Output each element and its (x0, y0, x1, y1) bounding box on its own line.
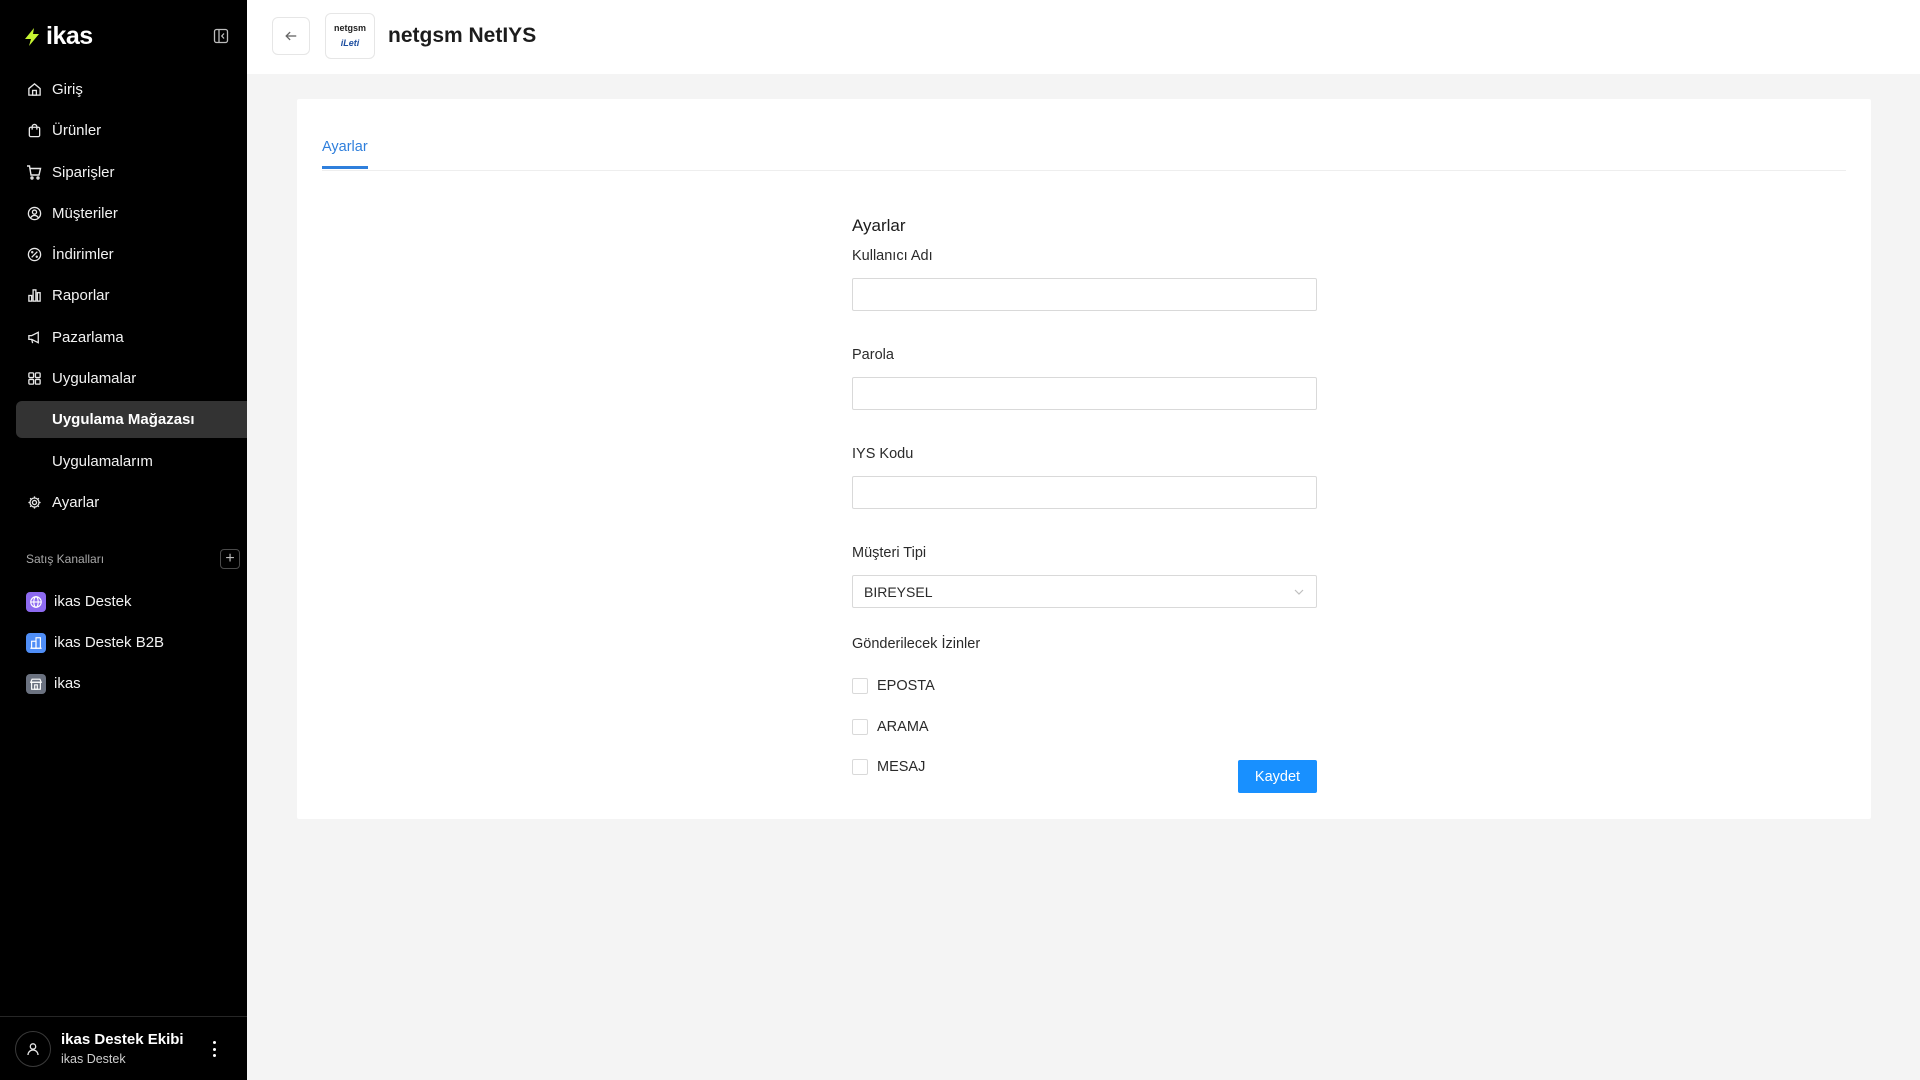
sidebar-item-uygulamalar[interactable]: Uygulamalar (16, 360, 247, 397)
password-input[interactable] (853, 378, 1316, 409)
iys-code-label: IYS Kodu (852, 446, 914, 462)
store-icon (26, 673, 46, 694)
sidebar: ikas Giriş Ürünler Siparişler Müşteriler… (0, 0, 247, 1080)
discount-icon (26, 247, 42, 263)
sidebar-item-uygulamalarim[interactable]: Uygulamalarım (16, 443, 247, 480)
customer-type-value: BIREYSEL (864, 583, 933, 600)
bolt-icon (25, 27, 39, 46)
password-field-wrapper (852, 377, 1317, 410)
user-profile[interactable]: ikas Destek Ekibi ikas Destek (0, 1016, 247, 1080)
more-vertical-icon[interactable] (209, 1041, 219, 1057)
sidebar-item-label: Raporlar (52, 287, 110, 305)
sidebar-item-label: Giriş (52, 81, 83, 98)
sidebar-item-label: İndirimler (52, 246, 114, 264)
add-channel-button[interactable]: + (220, 549, 240, 569)
bag-icon (26, 123, 42, 139)
user-circle-icon (26, 205, 42, 221)
channel-label: ikas Destek (54, 593, 132, 610)
sidebar-item-label: Ürünler (52, 122, 102, 140)
permissions-label: Gönderilecek İzinler (852, 636, 981, 652)
sales-channels-title: Satış Kanalları (26, 552, 105, 566)
checkbox[interactable] (852, 759, 868, 775)
iys-code-field-wrapper (852, 476, 1317, 509)
settings-card: Ayarlar Ayarlar Kullanıcı Adı Parola IYS… (297, 99, 1871, 819)
username-field-wrapper (852, 278, 1317, 311)
sidebar-item-label: Siparişler (52, 163, 115, 181)
sidebar-item-label: Uygulamalarım (52, 452, 153, 470)
sidebar-item-ayarlar[interactable]: Ayarlar (16, 484, 247, 521)
sidebar-item-urunler[interactable]: Ürünler (16, 112, 247, 149)
apps-grid-icon (26, 371, 42, 387)
sales-channels-header: Satış Kanalları + (26, 549, 240, 569)
username-input[interactable] (853, 279, 1316, 310)
sidebar-item-indirimler[interactable]: İndirimler (16, 236, 247, 273)
app-logo: netgsm iLeti (325, 13, 375, 59)
sidebar-item-raporlar[interactable]: Raporlar (16, 277, 247, 314)
channel-ikas-destek[interactable]: ikas Destek (26, 581, 240, 622)
checkbox-label: EPOSTA (877, 678, 935, 694)
tab-ayarlar[interactable]: Ayarlar (322, 139, 368, 169)
chevron-down-icon (1294, 589, 1304, 595)
settings-form: Ayarlar Kullanıcı Adı Parola IYS Kodu Mü… (852, 216, 1317, 798)
page-title: netgsm NetIYS (388, 24, 537, 47)
user-name: ikas Destek Ekibi (61, 1031, 184, 1048)
app-logo-tag: iLeti (340, 38, 360, 48)
gear-icon (26, 494, 42, 510)
arrow-left-icon (285, 31, 297, 41)
sidebar-item-siparisler[interactable]: Siparişler (16, 154, 247, 191)
username-label: Kullanıcı Adı (852, 248, 933, 264)
avatar (15, 1030, 51, 1067)
form-title: Ayarlar (852, 216, 906, 235)
password-label: Parola (852, 347, 894, 363)
channel-ikas-destek-b2b[interactable]: ikas Destek B2B (26, 622, 240, 663)
customer-type-select[interactable]: BIREYSEL (852, 575, 1317, 608)
megaphone-icon (26, 329, 42, 345)
permission-arama[interactable]: ARAMA (852, 717, 1317, 737)
iys-code-input[interactable] (853, 477, 1316, 508)
sidebar-item-label: Pazarlama (52, 328, 124, 346)
cart-icon (26, 164, 42, 180)
home-icon (26, 82, 42, 98)
checkbox-label: MESAJ (877, 759, 926, 775)
sidebar-item-musteriler[interactable]: Müşteriler (16, 195, 247, 232)
brand-logo[interactable]: ikas (22, 22, 93, 51)
permission-eposta[interactable]: EPOSTA (852, 676, 1317, 696)
collapse-sidebar-icon[interactable] (212, 27, 230, 45)
sidebar-item-label: Ayarlar (52, 493, 100, 511)
user-store: ikas Destek (61, 1052, 126, 1066)
sidebar-item-label: Müşteriler (52, 204, 118, 222)
sidebar-item-uygulama-magazasi[interactable]: Uygulama Mağazası (16, 401, 247, 439)
channel-label: ikas (54, 675, 81, 692)
channel-ikas[interactable]: ikas (26, 663, 240, 704)
channel-label: ikas Destek B2B (54, 634, 165, 651)
checkbox-label: ARAMA (877, 718, 929, 735)
building-icon (26, 632, 46, 653)
app-logo-brand: netgsm (333, 23, 366, 33)
page-header: netgsm iLeti netgsm NetIYS (247, 0, 1920, 74)
save-button[interactable]: Kaydet (1238, 760, 1317, 793)
checkbox[interactable] (852, 718, 868, 735)
sidebar-item-label: Uygulama Mağazası (52, 411, 195, 429)
customer-type-label: Müşteri Tipi (852, 545, 927, 561)
main-nav: Giriş Ürünler Siparişler Müşteriler İndi… (16, 71, 247, 525)
sidebar-item-label: Uygulamalar (52, 370, 137, 388)
back-button[interactable] (272, 17, 310, 55)
sidebar-item-giris[interactable]: Giriş (16, 71, 247, 108)
brand-name: ikas (46, 22, 93, 50)
sales-channels-list: ikas Destek ikas Destek B2B ikas (26, 581, 240, 704)
checkbox[interactable] (852, 678, 868, 694)
bar-chart-icon (26, 288, 42, 304)
tab-bar: Ayarlar (322, 99, 1846, 171)
globe-icon (26, 591, 46, 612)
sidebar-item-pazarlama[interactable]: Pazarlama (16, 319, 247, 356)
